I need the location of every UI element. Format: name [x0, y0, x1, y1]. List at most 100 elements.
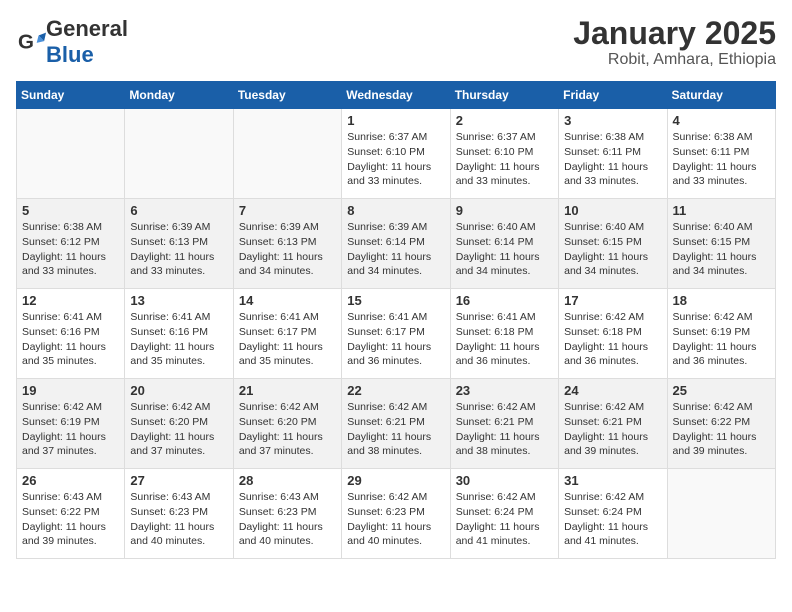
day-number: 14 [239, 293, 336, 308]
logo: G General Blue [16, 16, 128, 68]
calendar-week-row: 12 Sunrise: 6:41 AM Sunset: 6:16 PM Dayli… [17, 289, 776, 379]
svg-text:G: G [18, 31, 34, 54]
calendar-cell: 10Sunrise: 6:40 AM Sunset: 6:15 PM Dayli… [559, 199, 667, 289]
calendar-cell: 23Sunrise: 6:42 AM Sunset: 6:21 PM Dayli… [450, 379, 558, 469]
calendar-cell: 31 Sunrise: 6:42 AM Sunset: 6:24 PM Dayli… [559, 469, 667, 559]
calendar-cell: 30Sunrise: 6:42 AM Sunset: 6:24 PM Dayli… [450, 469, 558, 559]
day-number: 5 [22, 203, 119, 218]
day-number: 7 [239, 203, 336, 218]
day-info: Sunrise: 6:41 AM Sunset: 6:17 PM Dayligh… [239, 310, 336, 369]
day-number: 11 [673, 203, 770, 218]
day-number: 17 [564, 293, 661, 308]
day-info: Sunrise: 6:41 AM Sunset: 6:18 PM Dayligh… [456, 310, 553, 369]
day-info: Sunrise: 6:37 AM Sunset: 6:10 PM Dayligh… [347, 130, 444, 189]
day-number: 22 [347, 383, 444, 398]
day-info: Sunrise: 6:42 AM Sunset: 6:20 PM Dayligh… [130, 400, 227, 459]
day-info: Sunrise: 6:41 AM Sunset: 6:17 PM Dayligh… [347, 310, 444, 369]
day-number: 10 [564, 203, 661, 218]
header-friday: Friday [559, 82, 667, 109]
day-number: 15 [347, 293, 444, 308]
day-number: 19 [22, 383, 119, 398]
header-wednesday: Wednesday [342, 82, 450, 109]
day-info: Sunrise: 6:42 AM Sunset: 6:21 PM Dayligh… [456, 400, 553, 459]
day-number: 24 [564, 383, 661, 398]
calendar-cell: 26 Sunrise: 6:43 AM Sunset: 6:22 PM Dayli… [17, 469, 125, 559]
day-number: 21 [239, 383, 336, 398]
calendar-cell: 15 Sunrise: 6:41 AM Sunset: 6:17 PM Dayli… [342, 289, 450, 379]
day-number: 31 [564, 473, 661, 488]
day-number: 13 [130, 293, 227, 308]
logo-icon: G [18, 28, 46, 56]
logo-general-text: General [46, 16, 128, 41]
day-number: 8 [347, 203, 444, 218]
day-info: Sunrise: 6:37 AM Sunset: 6:10 PM Dayligh… [456, 130, 553, 189]
calendar-week-row: 5Sunrise: 6:38 AM Sunset: 6:12 PM Daylig… [17, 199, 776, 289]
calendar-cell: 14 Sunrise: 6:41 AM Sunset: 6:17 PM Dayli… [233, 289, 341, 379]
calendar-cell: 12 Sunrise: 6:41 AM Sunset: 6:16 PM Dayli… [17, 289, 125, 379]
calendar-cell: 25 Sunrise: 6:42 AM Sunset: 6:22 PM Dayli… [667, 379, 775, 469]
calendar-week-row: 26 Sunrise: 6:43 AM Sunset: 6:22 PM Dayli… [17, 469, 776, 559]
calendar-cell: 28Sunrise: 6:43 AM Sunset: 6:23 PM Dayli… [233, 469, 341, 559]
calendar-cell: 22Sunrise: 6:42 AM Sunset: 6:21 PM Dayli… [342, 379, 450, 469]
calendar-cell: 11 Sunrise: 6:40 AM Sunset: 6:15 PM Dayli… [667, 199, 775, 289]
calendar-cell: 4Sunrise: 6:38 AM Sunset: 6:11 PM Daylig… [667, 109, 775, 199]
calendar-cell: 5Sunrise: 6:38 AM Sunset: 6:12 PM Daylig… [17, 199, 125, 289]
logo-blue-text: Blue [46, 42, 94, 67]
day-info: Sunrise: 6:39 AM Sunset: 6:14 PM Dayligh… [347, 220, 444, 279]
day-number: 9 [456, 203, 553, 218]
day-info: Sunrise: 6:41 AM Sunset: 6:16 PM Dayligh… [130, 310, 227, 369]
day-info: Sunrise: 6:43 AM Sunset: 6:22 PM Dayligh… [22, 490, 119, 549]
day-info: Sunrise: 6:42 AM Sunset: 6:19 PM Dayligh… [22, 400, 119, 459]
day-info: Sunrise: 6:42 AM Sunset: 6:21 PM Dayligh… [564, 400, 661, 459]
calendar-cell: 13 Sunrise: 6:41 AM Sunset: 6:16 PM Dayli… [125, 289, 233, 379]
day-info: Sunrise: 6:42 AM Sunset: 6:20 PM Dayligh… [239, 400, 336, 459]
day-number: 3 [564, 113, 661, 128]
calendar-cell [17, 109, 125, 199]
calendar-cell: 29 Sunrise: 6:42 AM Sunset: 6:23 PM Dayli… [342, 469, 450, 559]
calendar-cell: 16 Sunrise: 6:41 AM Sunset: 6:18 PM Dayli… [450, 289, 558, 379]
day-info: Sunrise: 6:42 AM Sunset: 6:22 PM Dayligh… [673, 400, 770, 459]
calendar-cell: 3 Sunrise: 6:38 AM Sunset: 6:11 PM Daylig… [559, 109, 667, 199]
calendar-week-row: 1 Sunrise: 6:37 AM Sunset: 6:10 PM Daylig… [17, 109, 776, 199]
calendar-cell: 1 Sunrise: 6:37 AM Sunset: 6:10 PM Daylig… [342, 109, 450, 199]
calendar-cell: 6 Sunrise: 6:39 AM Sunset: 6:13 PM Daylig… [125, 199, 233, 289]
day-info: Sunrise: 6:41 AM Sunset: 6:16 PM Dayligh… [22, 310, 119, 369]
header-thursday: Thursday [450, 82, 558, 109]
calendar-header-row: Sunday Monday Tuesday Wednesday Thursday… [17, 82, 776, 109]
header-monday: Monday [125, 82, 233, 109]
calendar-cell: 27Sunrise: 6:43 AM Sunset: 6:23 PM Dayli… [125, 469, 233, 559]
day-info: Sunrise: 6:42 AM Sunset: 6:24 PM Dayligh… [564, 490, 661, 549]
calendar-cell: 8 Sunrise: 6:39 AM Sunset: 6:14 PM Daylig… [342, 199, 450, 289]
header-saturday: Saturday [667, 82, 775, 109]
day-number: 26 [22, 473, 119, 488]
calendar-cell [233, 109, 341, 199]
calendar-cell: 24 Sunrise: 6:42 AM Sunset: 6:21 PM Dayli… [559, 379, 667, 469]
calendar-cell: 18Sunrise: 6:42 AM Sunset: 6:19 PM Dayli… [667, 289, 775, 379]
day-number: 29 [347, 473, 444, 488]
day-number: 28 [239, 473, 336, 488]
day-number: 20 [130, 383, 227, 398]
page-header: G General Blue January 2025 Robit, Amhar… [16, 16, 776, 69]
day-number: 6 [130, 203, 227, 218]
day-number: 18 [673, 293, 770, 308]
day-info: Sunrise: 6:39 AM Sunset: 6:13 PM Dayligh… [130, 220, 227, 279]
header-sunday: Sunday [17, 82, 125, 109]
day-info: Sunrise: 6:40 AM Sunset: 6:14 PM Dayligh… [456, 220, 553, 279]
day-number: 16 [456, 293, 553, 308]
day-info: Sunrise: 6:42 AM Sunset: 6:23 PM Dayligh… [347, 490, 444, 549]
day-info: Sunrise: 6:40 AM Sunset: 6:15 PM Dayligh… [673, 220, 770, 279]
calendar-cell: 9 Sunrise: 6:40 AM Sunset: 6:14 PM Daylig… [450, 199, 558, 289]
day-info: Sunrise: 6:39 AM Sunset: 6:13 PM Dayligh… [239, 220, 336, 279]
calendar-table: Sunday Monday Tuesday Wednesday Thursday… [16, 81, 776, 559]
day-number: 12 [22, 293, 119, 308]
calendar-cell: 7 Sunrise: 6:39 AM Sunset: 6:13 PM Daylig… [233, 199, 341, 289]
calendar-cell: 2 Sunrise: 6:37 AM Sunset: 6:10 PM Daylig… [450, 109, 558, 199]
day-info: Sunrise: 6:42 AM Sunset: 6:18 PM Dayligh… [564, 310, 661, 369]
day-info: Sunrise: 6:38 AM Sunset: 6:11 PM Dayligh… [564, 130, 661, 189]
calendar-cell: 17 Sunrise: 6:42 AM Sunset: 6:18 PM Dayli… [559, 289, 667, 379]
day-number: 2 [456, 113, 553, 128]
calendar-subtitle: Robit, Amhara, Ethiopia [573, 51, 776, 69]
day-info: Sunrise: 6:43 AM Sunset: 6:23 PM Dayligh… [130, 490, 227, 549]
day-number: 25 [673, 383, 770, 398]
day-number: 1 [347, 113, 444, 128]
